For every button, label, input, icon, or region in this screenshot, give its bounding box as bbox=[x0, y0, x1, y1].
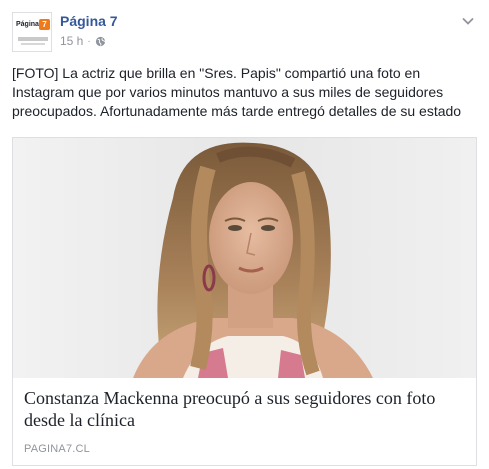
portrait-photo bbox=[13, 138, 476, 378]
facebook-post: Página 7 Página 7 15 h · [FOTO] La actri… bbox=[0, 0, 489, 469]
chevron-down-icon[interactable] bbox=[461, 14, 475, 28]
page-avatar[interactable]: Página 7 bbox=[12, 12, 52, 52]
post-caption: [FOTO] La actriz que brilla en "Sres. Pa… bbox=[12, 65, 462, 119]
avatar-logo-badge: 7 bbox=[39, 19, 50, 30]
link-domain: PAGINA7.CL bbox=[24, 443, 90, 455]
page-name-link[interactable]: Página 7 bbox=[60, 13, 118, 29]
post-header: Página 7 Página 7 15 h · bbox=[12, 12, 477, 54]
avatar-logo-strip bbox=[18, 37, 48, 41]
link-preview-image[interactable] bbox=[13, 138, 476, 378]
globe-icon bbox=[95, 36, 105, 46]
meta-separator: · bbox=[87, 35, 91, 47]
avatar-logo-strip-2 bbox=[21, 43, 45, 45]
post-meta: 15 h · bbox=[60, 34, 106, 48]
link-preview-card[interactable]: Constanza Mackenna preocupó a sus seguid… bbox=[12, 137, 477, 466]
post-timestamp[interactable]: 15 h bbox=[60, 34, 83, 48]
avatar-logo-text: Página bbox=[16, 21, 39, 28]
link-title[interactable]: Constanza Mackenna preocupó a sus seguid… bbox=[24, 387, 464, 431]
